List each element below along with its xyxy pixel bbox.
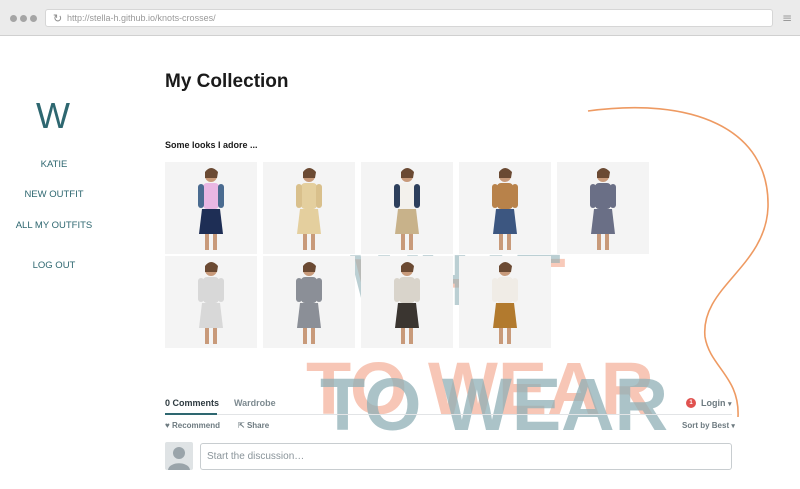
active-tab-indicator <box>165 413 217 415</box>
outfit-photo <box>165 256 257 348</box>
decorative-curve <box>587 106 769 418</box>
look-tile[interactable] <box>459 256 551 348</box>
browser-toolbar: ↻ http://stella-h.github.io/knots-crosse… <box>0 0 800 36</box>
outfit-photo <box>459 256 551 348</box>
sort-dropdown[interactable]: Sort by Best ▾ <box>682 421 735 430</box>
tab-comments[interactable]: 0 Comments <box>165 398 219 408</box>
sidebar-item-all-outfits[interactable]: ALL MY OUTFITS <box>14 220 94 231</box>
tab-wardrobe[interactable]: Wardrobe <box>234 398 276 408</box>
outfit-photo <box>361 256 453 348</box>
outfit-photo <box>165 162 257 254</box>
brand-logo[interactable]: W <box>36 95 70 137</box>
banner-line2-salmon: TO WEAR <box>306 347 654 430</box>
section-subtitle: Some looks I adore ... <box>165 140 258 150</box>
recommend-button[interactable]: ♥ Recommend <box>165 421 220 430</box>
heart-icon: ♥ <box>165 421 170 430</box>
outfit-photo <box>557 162 649 254</box>
share-label: Share <box>246 421 270 430</box>
share-icon: ⇱ <box>238 421 245 430</box>
chevron-down-icon: ▾ <box>728 401 732 408</box>
tabs-divider <box>165 414 732 415</box>
share-button[interactable]: ⇱ Share <box>238 421 269 430</box>
look-tile[interactable] <box>263 256 355 348</box>
address-bar[interactable]: ↻ http://stella-h.github.io/knots-crosse… <box>45 9 773 27</box>
window-minimize-dot[interactable] <box>20 15 27 22</box>
page-title: My Collection <box>165 71 289 92</box>
look-tile[interactable] <box>263 162 355 254</box>
user-silhouette-icon <box>168 447 190 470</box>
reload-icon[interactable]: ↻ <box>53 12 62 25</box>
look-tile[interactable] <box>361 162 453 254</box>
outfit-photo <box>459 162 551 254</box>
page: WHAT WHAT TO WEAR TO WEAR W KATIE NEW OU… <box>0 37 800 489</box>
recommend-label: Recommend <box>171 421 220 430</box>
chevron-down-icon: ▾ <box>731 423 735 430</box>
banner-line2-teal: TO WEAR <box>320 363 668 446</box>
notification-badge[interactable]: 1 <box>686 398 696 408</box>
sort-label: Sort by Best <box>682 421 730 430</box>
hamburger-menu-icon[interactable]: ≡ <box>782 11 792 25</box>
look-tile[interactable] <box>165 256 257 348</box>
look-tile[interactable] <box>361 256 453 348</box>
window-maximize-dot[interactable] <box>30 15 37 22</box>
login-label: Login <box>701 398 726 408</box>
outfit-photo <box>263 162 355 254</box>
address-url[interactable]: http://stella-h.github.io/knots-crosses/ <box>67 13 216 23</box>
look-tile[interactable] <box>557 162 649 254</box>
look-tile[interactable] <box>165 162 257 254</box>
sidebar-item-katie[interactable]: KATIE <box>14 159 94 170</box>
look-tile[interactable] <box>459 162 551 254</box>
outfit-photo <box>361 162 453 254</box>
outfit-photo <box>263 256 355 348</box>
sidebar-item-new-outfit[interactable]: NEW OUTFIT <box>14 189 94 200</box>
login-button[interactable]: Login ▾ <box>701 398 732 408</box>
avatar <box>165 442 193 470</box>
discussion-input[interactable]: Start the discussion… <box>200 443 732 470</box>
window-close-dot[interactable] <box>10 15 17 22</box>
sidebar-item-log-out[interactable]: LOG OUT <box>14 260 94 271</box>
